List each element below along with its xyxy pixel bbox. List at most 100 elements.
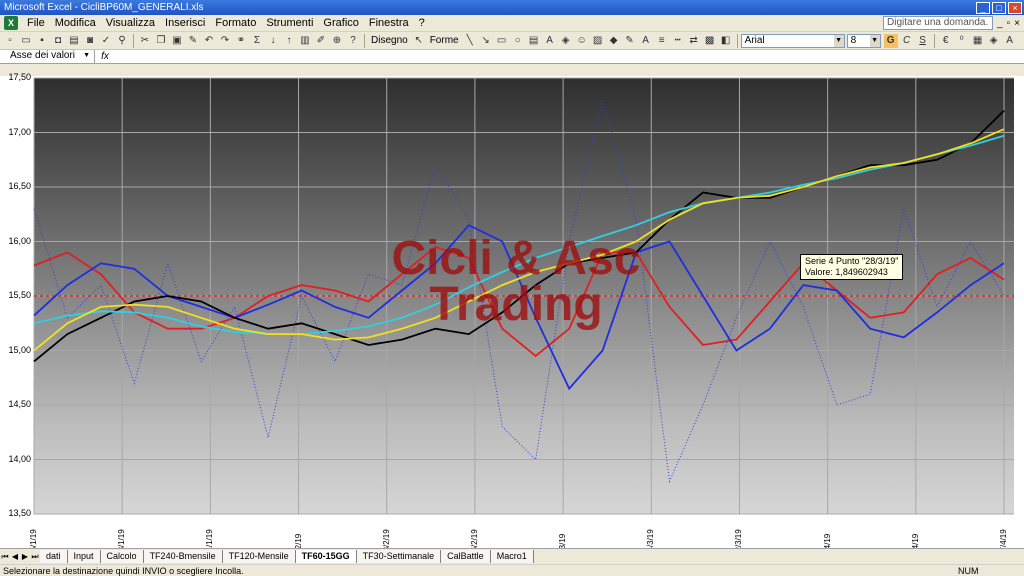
chevron-down-icon: ▼ xyxy=(83,52,90,59)
sheet-tab-tf60[interactable]: TF60-15GG xyxy=(295,550,357,563)
permission-icon[interactable]: ◘ xyxy=(51,34,65,48)
rectangle-icon[interactable]: ▭ xyxy=(495,34,509,48)
decimal-icon[interactable]: ⁰ xyxy=(955,34,969,48)
fill-color-icon[interactable]: ◆ xyxy=(607,34,621,48)
formula-input[interactable] xyxy=(115,50,1024,63)
sheet-tab-tf240[interactable]: TF240-Bmensile xyxy=(143,550,223,563)
menu-strumenti[interactable]: Strumenti xyxy=(261,17,318,29)
arrow-icon[interactable]: ↘ xyxy=(479,34,493,48)
chevron-down-icon: ▼ xyxy=(833,34,844,47)
print-icon[interactable]: ▤ xyxy=(67,34,81,48)
underline-icon[interactable]: S xyxy=(916,34,930,48)
ask-question-input[interactable]: Digitare una domanda. xyxy=(883,16,994,30)
3d-icon[interactable]: ◧ xyxy=(719,34,733,48)
maximize-button[interactable]: □ xyxy=(992,1,1006,14)
line-color-icon[interactable]: ✎ xyxy=(623,34,637,48)
watermark-line-1: Cicli & Asc xyxy=(391,232,641,285)
sort-desc-icon[interactable]: ↑ xyxy=(282,34,296,48)
chart-wizard-icon[interactable]: ▥ xyxy=(298,34,312,48)
chevron-down-icon: ▼ xyxy=(869,34,880,47)
window-title: Microsoft Excel - CicliBP60M_GENERALI.xl… xyxy=(4,2,204,13)
shadow-icon[interactable]: ▩ xyxy=(703,34,717,48)
currency-icon[interactable]: € xyxy=(939,34,953,48)
research-icon[interactable]: ⚲ xyxy=(115,34,129,48)
sort-asc-icon[interactable]: ↓ xyxy=(266,34,280,48)
menu-help[interactable]: ? xyxy=(414,17,430,29)
workbook-restore-button[interactable]: ▫ xyxy=(1007,18,1011,29)
borders-icon[interactable]: ▦ xyxy=(971,34,985,48)
workbook-close-button[interactable]: × xyxy=(1014,18,1020,29)
last-sheet-icon[interactable]: ⏭ xyxy=(30,552,40,562)
hyperlink-icon[interactable]: ⚭ xyxy=(234,34,248,48)
wordart-icon[interactable]: A xyxy=(543,34,557,48)
font-name-select[interactable]: Arial ▼ xyxy=(740,33,845,48)
name-box[interactable]: Asse dei valori ▼ xyxy=(0,50,95,63)
function-icon[interactable]: fx xyxy=(95,51,115,62)
zoom-icon[interactable]: ⊕ xyxy=(330,34,344,48)
print-preview-icon[interactable]: ◙ xyxy=(83,34,97,48)
toolbar-separator xyxy=(736,33,738,48)
line-icon[interactable]: ╲ xyxy=(463,34,477,48)
drawing-icon[interactable]: ✐ xyxy=(314,34,328,48)
chart-area[interactable]: Cicli & Asc Trading Serie 4 Punto "28/3/… xyxy=(0,72,1024,556)
autoshapes-menu-button[interactable]: Forme xyxy=(427,35,462,46)
chart-tooltip: Serie 4 Punto "28/3/19" Valore: 1,849602… xyxy=(800,254,904,280)
menu-visualizza[interactable]: Visualizza xyxy=(101,17,160,29)
sheet-tab-macro1[interactable]: Macro1 xyxy=(490,550,534,563)
oval-icon[interactable]: ○ xyxy=(511,34,525,48)
menu-formato[interactable]: Formato xyxy=(210,17,261,29)
sheet-tab-tf30[interactable]: TF30-Settimanale xyxy=(356,550,442,563)
help-icon[interactable]: ? xyxy=(346,34,360,48)
text-color-icon[interactable]: A xyxy=(1003,34,1017,48)
picture-icon[interactable]: ▨ xyxy=(591,34,605,48)
dash-style-icon[interactable]: ┅ xyxy=(671,34,685,48)
minimize-button[interactable]: _ xyxy=(976,1,990,14)
save-icon[interactable]: ▪ xyxy=(35,34,49,48)
close-button[interactable]: × xyxy=(1008,1,1022,14)
autosum-icon[interactable]: Σ xyxy=(250,34,264,48)
sheet-tab-calbattle[interactable]: CalBattle xyxy=(441,550,491,563)
redo-icon[interactable]: ↷ xyxy=(218,34,232,48)
workbook-controls: _ ▫ × xyxy=(997,18,1020,29)
y-tick-label: 16,50 xyxy=(8,181,31,191)
menu-finestra[interactable]: Finestra xyxy=(364,17,414,29)
menu-modifica[interactable]: Modifica xyxy=(50,17,101,29)
clipart-icon[interactable]: ☺ xyxy=(575,34,589,48)
undo-icon[interactable]: ↶ xyxy=(202,34,216,48)
menu-inserisci[interactable]: Inserisci xyxy=(160,17,210,29)
y-tick-label: 13,50 xyxy=(8,508,31,518)
sheet-tab-dati[interactable]: dati xyxy=(40,550,68,563)
menu-grafico[interactable]: Grafico xyxy=(318,17,363,29)
format-painter-icon[interactable]: ✎ xyxy=(186,34,200,48)
italic-icon[interactable]: C xyxy=(900,34,914,48)
diagram-icon[interactable]: ◈ xyxy=(559,34,573,48)
line-style-icon[interactable]: ≡ xyxy=(655,34,669,48)
select-objects-icon[interactable]: ↖ xyxy=(412,34,426,48)
menu-file[interactable]: File xyxy=(22,17,50,29)
font-size-value: 8 xyxy=(850,34,857,46)
toolbar: ▫ ▭ ▪ ◘ ▤ ◙ ✓ ⚲ ✂ ❐ ▣ ✎ ↶ ↷ ⚭ Σ ↓ ↑ ▥ ✐ … xyxy=(0,32,1024,50)
draw-menu-button[interactable]: Disegno xyxy=(368,35,411,46)
font-color-icon[interactable]: A xyxy=(639,34,653,48)
sheet-tab-tf120[interactable]: TF120-Mensile xyxy=(222,550,296,563)
bold-icon[interactable]: G xyxy=(883,33,898,48)
font-size-select[interactable]: 8 ▼ xyxy=(846,33,881,48)
sheet-tab-calcolo[interactable]: Calcolo xyxy=(100,550,144,563)
workbook-minimize-button[interactable]: _ xyxy=(997,18,1003,29)
textbox-icon[interactable]: ▤ xyxy=(527,34,541,48)
cut-icon[interactable]: ✂ xyxy=(138,34,152,48)
title-bar: Microsoft Excel - CicliBP60M_GENERALI.xl… xyxy=(0,0,1024,15)
prev-sheet-icon[interactable]: ◀ xyxy=(10,552,20,561)
next-sheet-icon[interactable]: ▶ xyxy=(20,552,30,561)
spelling-icon[interactable]: ✓ xyxy=(99,34,113,48)
paste-icon[interactable]: ▣ xyxy=(170,34,184,48)
new-icon[interactable]: ▫ xyxy=(3,34,17,48)
fill-icon[interactable]: ◈ xyxy=(987,34,1001,48)
first-sheet-icon[interactable]: ⏮ xyxy=(0,552,10,562)
copy-icon[interactable]: ❐ xyxy=(154,34,168,48)
y-tick-label: 15,50 xyxy=(8,290,31,300)
sheet-tab-input[interactable]: Input xyxy=(67,550,101,563)
arrow-style-icon[interactable]: ⇄ xyxy=(687,34,701,48)
excel-icon[interactable]: X xyxy=(4,16,18,30)
open-icon[interactable]: ▭ xyxy=(19,34,33,48)
